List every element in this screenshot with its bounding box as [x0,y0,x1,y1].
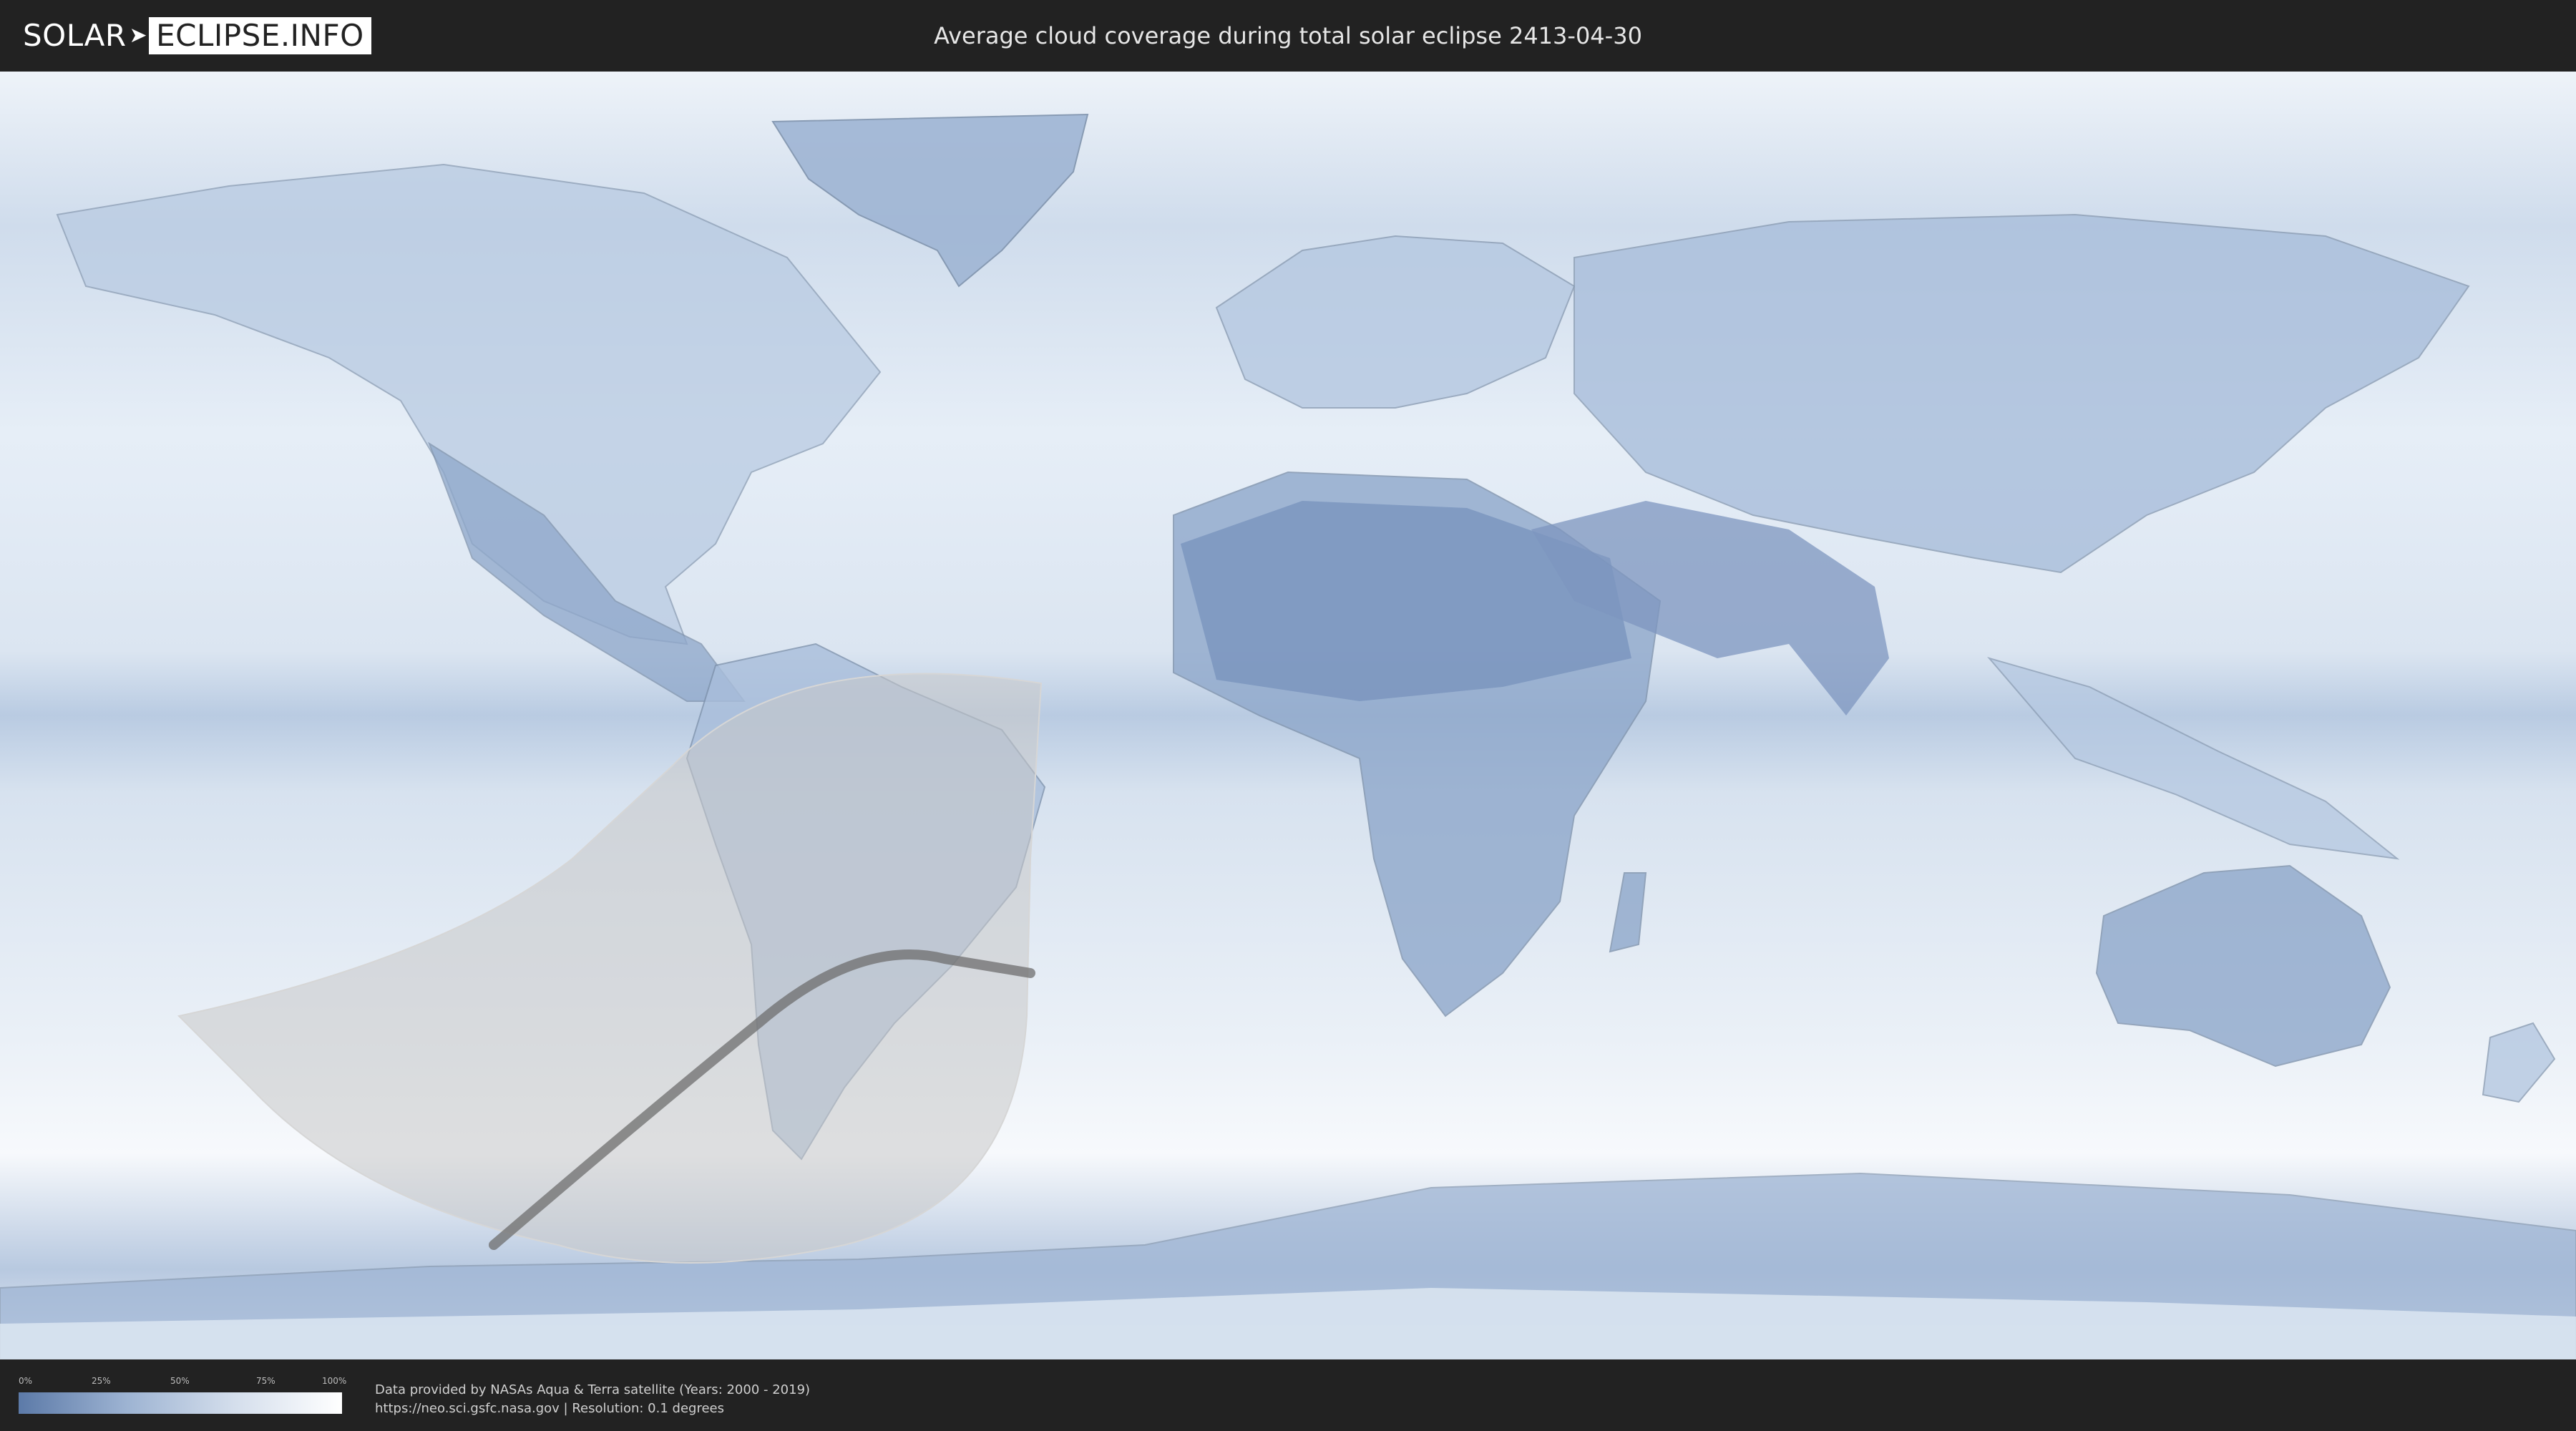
legend-tick-25: 25% [92,1376,111,1386]
map-canvas [0,72,2576,1359]
data-credits: Data provided by NASAs Aqua & Terra sate… [375,1381,810,1418]
legend-tick-0: 0% [19,1376,33,1386]
legend-tick-75: 75% [256,1376,275,1386]
legend-tick-100: 100% [322,1376,347,1386]
header-bar: SOLAR ➤ ECLIPSE.INFO Average cloud cover… [0,0,2576,70]
legend-tick-50: 50% [170,1376,190,1386]
cloud-coverage-map [0,72,2576,1359]
credit-line-url[interactable]: https://neo.sci.gsfc.nasa.gov | Resoluti… [375,1400,810,1418]
credit-line-source: Data provided by NASAs Aqua & Terra sate… [375,1382,811,1397]
cloud-coverage-legend: 0% 25% 50% 75% 100% [19,1375,346,1418]
page-title: Average cloud coverage during total sola… [934,22,1642,49]
legend-color-bar [19,1392,342,1414]
footer-bar: 0% 25% 50% 75% 100% Data provided by NAS… [0,1359,2576,1431]
legend-ticks: 0% 25% 50% 75% 100% [19,1375,346,1390]
